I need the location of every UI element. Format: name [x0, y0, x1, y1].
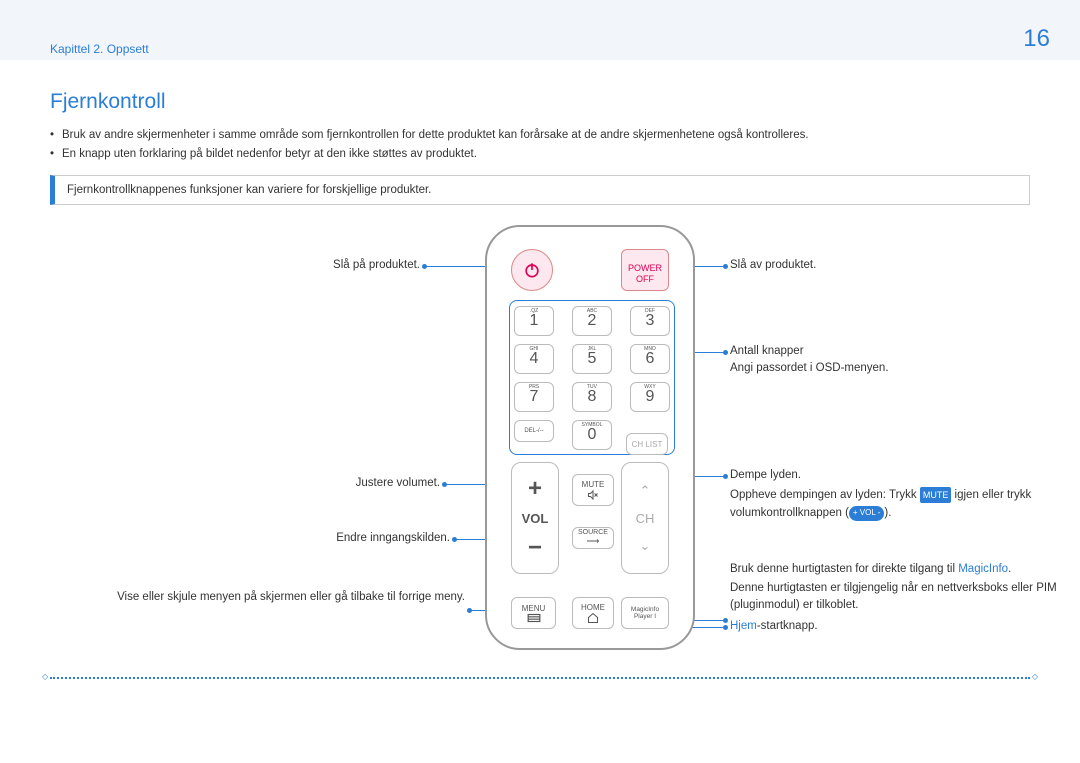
sub: MNO — [644, 346, 656, 352]
magicinfo-button: MagicInfo Player I — [621, 597, 669, 629]
text: . — [1008, 563, 1011, 575]
power-off-button: POWER OFF — [621, 249, 669, 291]
mute-icon — [586, 489, 600, 501]
home-button: HOME — [572, 597, 614, 629]
bullet-item: Bruk av andre skjermenheter i samme områ… — [50, 129, 1030, 141]
callout-mute: Dempe lyden. Oppheve dempingen av lyden:… — [730, 469, 1080, 523]
callout-text: Hjem-startknapp. — [730, 620, 1080, 632]
chevron-down-icon: ⌄ — [640, 538, 651, 554]
sub: SYMBOL — [582, 422, 603, 428]
power-on-button — [511, 249, 553, 291]
label: MENU — [522, 604, 546, 613]
sub: WXY — [644, 384, 655, 390]
sub: DEF — [645, 308, 655, 314]
callout-text: Dempe lyden. — [730, 469, 1080, 481]
vol-label: VOL — [522, 511, 549, 526]
sub: .QZ — [530, 308, 538, 314]
callout-text: Antall knapper — [730, 345, 1050, 357]
num-6: MNO6 — [630, 344, 670, 374]
callout-power-off: Slå av produktet. — [730, 259, 816, 271]
sub: ABC — [587, 308, 597, 314]
num: 7 — [530, 388, 539, 406]
label: MUTE — [582, 480, 605, 489]
num-4: GHI4 — [514, 344, 554, 374]
callout-volume: Justere volumet. — [50, 477, 440, 489]
num: 5 — [588, 350, 597, 368]
sub: DEL-/-- — [524, 428, 543, 434]
callout-text: Bruk denne hurtigtasten for direkte tilg… — [730, 563, 1080, 575]
num-2: ABC2 — [572, 306, 612, 336]
num-5: JKL5 — [572, 344, 612, 374]
callout-text: Oppheve dempingen av lyden: Trykk MUTE i… — [730, 486, 1080, 523]
sub: TUV — [587, 384, 597, 390]
text: -startknapp. — [757, 620, 818, 632]
callout-text: Angi passordet i OSD-menyen. — [730, 362, 1050, 374]
num-8: TUV8 — [572, 382, 612, 412]
callout-numpad: Antall knapper Angi passordet i OSD-meny… — [730, 345, 1050, 374]
num: 4 — [530, 350, 539, 368]
vol-rocker: + VOL − — [511, 462, 559, 574]
num-9: WXY9 — [630, 382, 670, 412]
mute-button: MUTE — [572, 474, 614, 506]
text: Oppheve dempingen av lyden: Trykk — [730, 489, 920, 501]
divider-line — [50, 677, 1030, 679]
minus-icon: − — [528, 534, 542, 562]
source-button: SOURCE ⟶ — [572, 527, 614, 549]
home-link: Hjem — [730, 620, 757, 632]
num-1: .QZ1 — [514, 306, 554, 336]
text: Bruk denne hurtigtasten for direkte tilg… — [730, 563, 958, 575]
num: 0 — [588, 426, 597, 444]
menu-button: MENU — [511, 597, 556, 629]
callout-power-on: Slå på produktet. — [50, 259, 420, 271]
num: 1 — [530, 312, 539, 330]
ch-rocker: ⌃ CH ⌄ — [621, 462, 669, 574]
chevron-up-icon: ⌃ — [640, 483, 651, 499]
bullet-item: En knapp uten forklaring på bildet neden… — [50, 148, 1030, 160]
home-icon — [586, 612, 600, 624]
callout-text: Denne hurtigtasten er tilgjengelig når e… — [730, 580, 1080, 615]
num-3: DEF3 — [630, 306, 670, 336]
remote-diagram: Slå på produktet. Justere volumet. Endre… — [50, 225, 1030, 725]
page-number: 16 — [1023, 25, 1050, 53]
ch-label: CH — [636, 511, 655, 526]
note-box: Fjernkontrollknappenes funksjoner kan va… — [50, 175, 1030, 205]
num: 2 — [588, 312, 597, 330]
sub: JKL — [588, 346, 597, 352]
source-icon: ⟶ — [587, 536, 600, 547]
magicinfo-link: MagicInfo — [958, 563, 1008, 575]
label: HOME — [581, 603, 605, 612]
num: 8 — [588, 388, 597, 406]
sub: PRS — [529, 384, 539, 390]
chapter-label: Kapittel 2. Oppsett — [50, 42, 149, 56]
num: 3 — [646, 312, 655, 330]
chlist-button: CH LIST — [626, 433, 668, 455]
remote-body: POWER OFF .QZ1 ABC2 DEF3 GHI4 JKL5 MNO6 … — [485, 225, 695, 650]
label: SOURCE — [578, 529, 608, 536]
text: ). — [884, 507, 891, 519]
sub: GHI — [530, 346, 539, 352]
vol-tag: + VOL - — [849, 506, 885, 521]
callout-source: Endre inngangskilden. — [50, 532, 450, 544]
power-icon — [522, 260, 542, 280]
num: 6 — [646, 350, 655, 368]
mute-tag: MUTE — [920, 487, 952, 503]
page-title: Fjernkontroll — [50, 90, 1030, 114]
del-button: DEL-/-- — [514, 420, 554, 442]
callout-magicinfo: Bruk denne hurtigtasten for direkte tilg… — [730, 563, 1080, 632]
plus-icon: + — [528, 475, 542, 503]
menu-icon — [527, 613, 541, 623]
num: 9 — [646, 388, 655, 406]
label: POWER — [628, 263, 662, 274]
label: OFF — [636, 274, 654, 285]
callout-menu: Vise eller skjule menyen på skjermen ell… — [50, 591, 465, 603]
num-0: SYMBOL0 — [572, 420, 612, 450]
num-7: PRS7 — [514, 382, 554, 412]
